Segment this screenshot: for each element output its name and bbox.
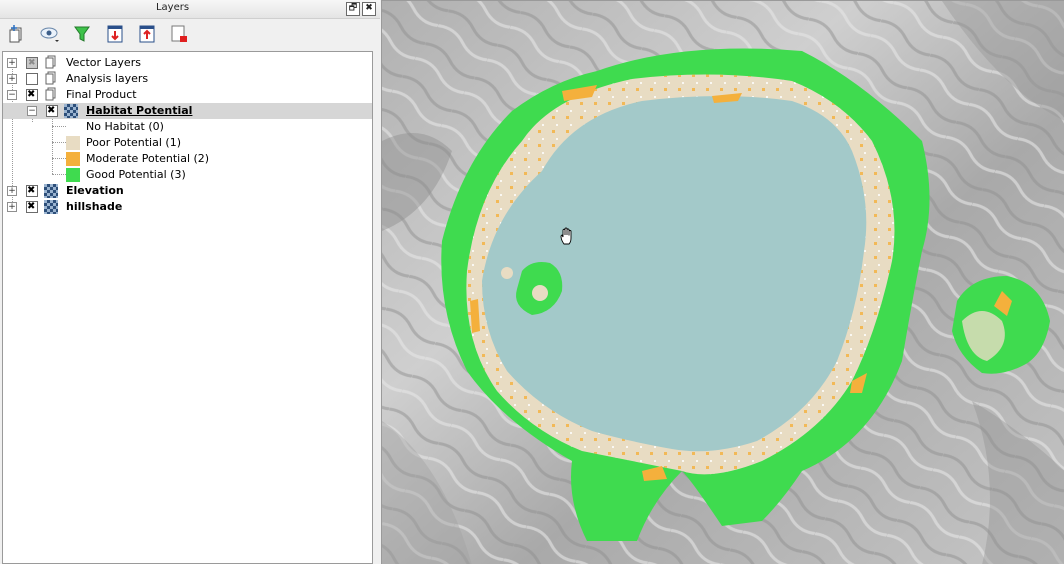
tree-item-label: Vector Layers	[66, 56, 141, 69]
legend-label: No Habitat (0)	[86, 120, 164, 133]
visibility-checkbox[interactable]	[26, 183, 38, 199]
visibility-checkbox[interactable]	[26, 199, 38, 215]
legend-label: Good Potential (3)	[86, 168, 186, 181]
legend-swatch	[66, 136, 80, 150]
group-icon	[45, 87, 56, 101]
expand-toggle[interactable]: +	[7, 202, 17, 212]
tree-item-label: Elevation	[66, 184, 124, 197]
layer-tree[interactable]: + Vector Layers + Analysis layers − Fina…	[2, 51, 373, 564]
tree-item-label: hillshade	[66, 200, 123, 213]
map-canvas[interactable]	[381, 0, 1064, 564]
tree-item-label: Final Product	[66, 88, 137, 101]
legend-entry: No Habitat (0)	[3, 119, 372, 135]
float-panel-button[interactable]: 🗗	[346, 2, 360, 16]
remove-layer-icon[interactable]	[167, 22, 191, 46]
collapse-toggle[interactable]: −	[7, 90, 17, 100]
layers-panel: Layers 🗗 ✖ + ✖ Vector Layers + Analysis …	[0, 0, 380, 564]
group-icon	[45, 55, 56, 69]
tree-item-final-product[interactable]: − Final Product	[3, 87, 372, 103]
visibility-checkbox[interactable]	[26, 87, 38, 103]
collapse-all-icon[interactable]	[135, 22, 159, 46]
expand-all-icon[interactable]	[103, 22, 127, 46]
group-icon	[45, 71, 56, 85]
legend-swatch	[66, 168, 80, 182]
panel-titlebar[interactable]: Layers 🗗 ✖	[0, 0, 380, 19]
layers-toolbar	[0, 19, 380, 49]
legend-swatch	[66, 152, 80, 166]
visibility-checkbox[interactable]	[46, 103, 58, 119]
panel-title: Layers	[155, 2, 190, 13]
tree-item-label: Analysis layers	[66, 72, 149, 85]
tree-item-habitat-potential[interactable]: − Habitat Potential	[3, 103, 372, 119]
close-panel-button[interactable]: ✖	[362, 2, 376, 16]
raster-layer-icon	[64, 104, 78, 118]
visibility-menu-icon[interactable]	[38, 22, 62, 46]
legend-swatch	[66, 120, 80, 134]
expand-toggle[interactable]: +	[7, 74, 17, 84]
hand-cursor-icon	[560, 227, 572, 245]
tree-item-label: Habitat Potential	[86, 104, 193, 117]
filter-icon[interactable]	[70, 22, 94, 46]
tree-item-elevation[interactable]: + Elevation	[3, 183, 372, 199]
map-view[interactable]	[382, 1, 1064, 564]
expand-toggle[interactable]: +	[7, 58, 17, 68]
collapse-toggle[interactable]: −	[27, 106, 37, 116]
legend-label: Moderate Potential (2)	[86, 152, 210, 165]
legend-entry: Moderate Potential (2)	[3, 151, 372, 167]
legend-entry: Good Potential (3)	[3, 167, 372, 183]
tree-item-analysis-layers[interactable]: + Analysis layers	[3, 71, 372, 87]
expand-toggle[interactable]: +	[7, 186, 17, 196]
tree-item-hillshade[interactable]: + hillshade	[3, 199, 372, 215]
add-group-icon[interactable]	[4, 22, 28, 46]
legend-entry: Poor Potential (1)	[3, 135, 372, 151]
legend-label: Poor Potential (1)	[86, 136, 181, 149]
visibility-checkbox[interactable]	[26, 73, 38, 85]
raster-layer-icon	[44, 200, 58, 214]
raster-layer-icon	[44, 184, 58, 198]
tree-item-vector-layers[interactable]: + Vector Layers	[3, 55, 372, 71]
visibility-checkbox[interactable]	[26, 55, 38, 71]
